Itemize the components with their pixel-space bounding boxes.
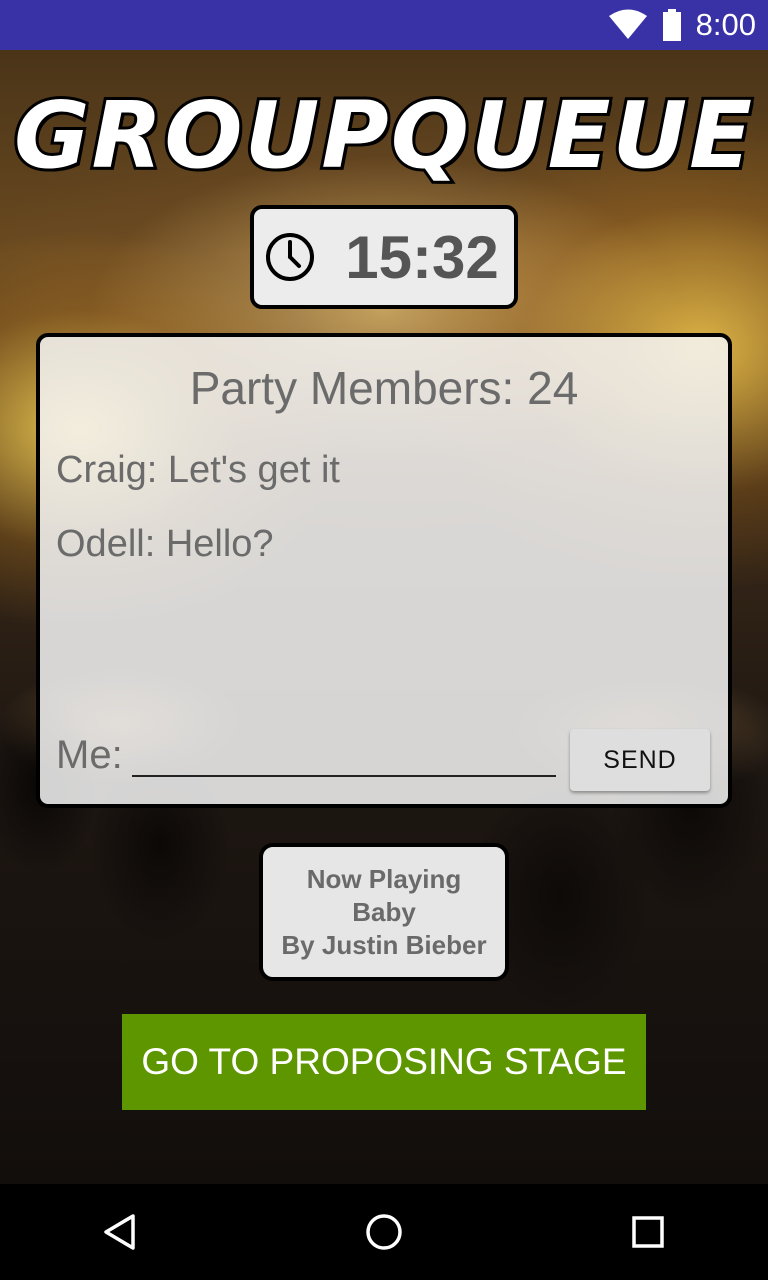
now-playing-artist: By Justin Bieber	[281, 929, 487, 960]
party-members-count: Party Members: 24	[189, 362, 579, 414]
battery-icon	[662, 9, 681, 41]
me-label: Me:	[56, 733, 123, 777]
back-icon[interactable]	[100, 1212, 140, 1252]
timer-value: 15:32	[345, 223, 499, 291]
recents-icon[interactable]	[628, 1212, 668, 1252]
app-logo: GROUPQUEUE	[11, 79, 755, 192]
status-time: 8:00	[695, 7, 756, 42]
navigation-bar	[0, 1184, 768, 1280]
status-bar: 8:00	[0, 0, 768, 50]
go-to-proposing-stage-button[interactable]: GO TO PROPOSING STAGE	[122, 1014, 646, 1110]
now-playing-song: Baby	[352, 896, 416, 927]
clock-icon	[266, 233, 314, 281]
now-playing-card: Now Playing Baby By Justin Bieber	[259, 843, 509, 981]
countdown-timer: 15:32	[250, 205, 518, 309]
now-playing-heading: Now Playing	[306, 863, 462, 894]
chat-panel: Party Members: 24 Craig: Let's get it Od…	[36, 333, 732, 808]
chat-message: Craig: Let's get it	[56, 449, 340, 491]
chat-message-input[interactable]	[132, 729, 556, 777]
send-button[interactable]: SEND	[570, 729, 710, 791]
home-icon[interactable]	[364, 1212, 404, 1252]
chat-message: Odell: Hello?	[56, 523, 274, 565]
wifi-icon	[608, 9, 647, 39]
